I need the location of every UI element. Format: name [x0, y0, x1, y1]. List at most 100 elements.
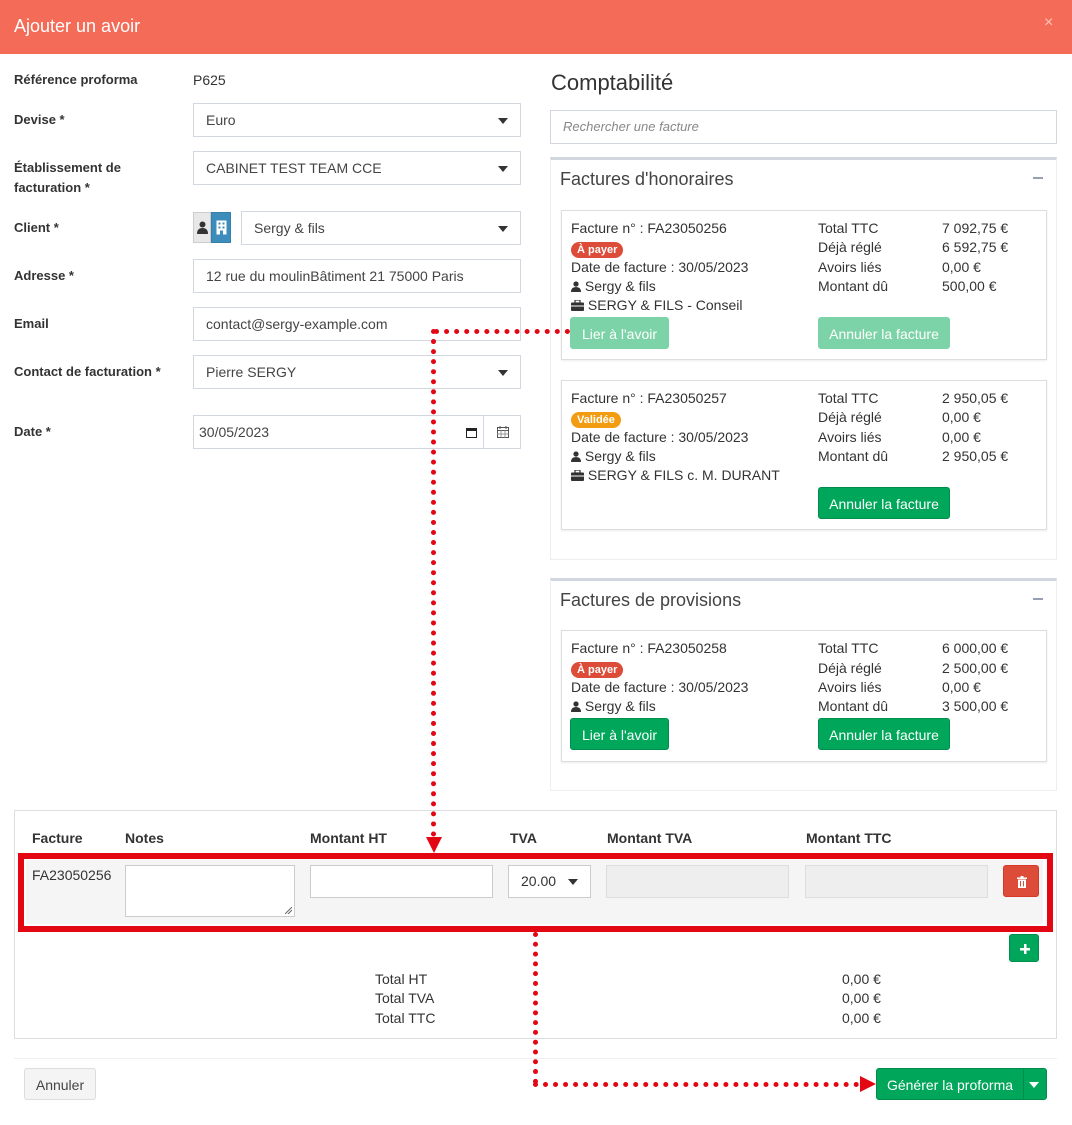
col-header-montant-ht: Montant HT [310, 830, 387, 846]
company-type-button[interactable] [211, 212, 231, 243]
invoice-number: Facture n° : FA23050257 [571, 390, 727, 406]
cancel-invoice-button[interactable]: Annuler la facture [818, 317, 950, 349]
generate-dropdown-toggle[interactable] [1023, 1068, 1047, 1100]
link-to-avoir-button[interactable]: Lier à l'avoir [570, 317, 669, 349]
annotation-line [431, 329, 436, 837]
avoirs-label: Avoirs liés [818, 259, 882, 275]
total-ttc-label: Total TTC [818, 390, 879, 406]
client-select[interactable]: Sergy & fils [241, 211, 521, 245]
plus-icon [1020, 944, 1030, 954]
client-value: Sergy & fils [254, 220, 325, 236]
date-label: Date * [14, 424, 51, 439]
total-ttc-value: 2 950,05 € [942, 390, 1009, 406]
status-badge: À payer [571, 662, 624, 678]
montant-du-value: 2 950,05 € [942, 448, 1009, 464]
montant-du-label: Montant dû [818, 448, 889, 464]
avoirs-value: 0,00 € [942, 259, 981, 275]
compta-title: Comptabilité [551, 70, 674, 95]
invoice-client-name: Sergy & fils [584, 698, 656, 714]
client-label: Client * [14, 220, 59, 235]
add-row-button[interactable] [1009, 934, 1039, 962]
total-ttc-value: 7 092,75 € [942, 220, 1009, 236]
user-icon [571, 281, 581, 292]
devise-label: Devise * [14, 112, 65, 127]
cancel-invoice-button[interactable]: Annuler la facture [818, 487, 950, 519]
etab-value: CABINET TEST TEAM CCE [206, 160, 382, 176]
close-icon[interactable]: × [1044, 14, 1053, 32]
link-to-avoir-button[interactable]: Lier à l'avoir [570, 718, 669, 750]
invoice-client: Sergy & fils [571, 698, 656, 714]
cancel-button[interactable]: Annuler [24, 1068, 96, 1100]
ref-value: P625 [193, 72, 226, 88]
user-icon [197, 221, 208, 234]
search-placeholder: Rechercher une facture [563, 119, 699, 134]
email-label: Email [14, 316, 49, 331]
building-icon [216, 220, 227, 235]
contact-select[interactable]: Pierre SERGY [193, 355, 521, 389]
invoice-client: Sergy & fils [571, 448, 656, 464]
person-type-button[interactable] [193, 212, 211, 243]
deja-regle-label: Déjà réglé [818, 409, 882, 425]
total-ttc-value: 0,00 € [842, 1010, 881, 1026]
adresse-field[interactable]: 12 rue du moulinBâtiment 21 75000 Paris [193, 259, 521, 293]
chevron-down-icon [498, 226, 508, 232]
total-tva-value: 0,00 € [842, 990, 881, 1006]
invoice-search-input[interactable]: Rechercher une facture [550, 110, 1057, 144]
collapse-icon[interactable] [1033, 177, 1043, 179]
invoice-mission: SERGY & FILS - Conseil [571, 297, 742, 313]
etab-select[interactable]: CABINET TEST TEAM CCE [193, 151, 521, 185]
avoirs-label: Avoirs liés [818, 679, 882, 695]
annotation-line [434, 329, 570, 334]
calendar-addon[interactable] [483, 415, 521, 449]
montant-du-value: 3 500,00 € [942, 698, 1009, 714]
status-badge: Validée [571, 412, 621, 428]
invoice-mission: SERGY & FILS c. M. DURANT [571, 467, 780, 483]
email-field[interactable]: contact@sergy-example.com [193, 307, 521, 341]
annotation-line [533, 1082, 859, 1087]
date-field[interactable]: 30/05/2023 [193, 415, 484, 449]
deja-regle-value: 2 500,00 € [942, 660, 1009, 676]
arrow-down-icon [426, 837, 442, 853]
col-header-montant-tva: Montant TVA [607, 830, 693, 846]
devise-select[interactable]: Euro [193, 103, 521, 137]
user-icon [571, 701, 581, 712]
montant-du-label: Montant dû [818, 278, 889, 294]
invoice-number: Facture n° : FA23050258 [571, 640, 727, 656]
deja-regle-value: 6 592,75 € [942, 239, 1009, 255]
avoirs-label: Avoirs liés [818, 429, 882, 445]
deja-regle-label: Déjà réglé [818, 239, 882, 255]
modal-header: Ajouter un avoir × [0, 0, 1072, 54]
contact-value: Pierre SERGY [206, 364, 297, 380]
highlight-box [18, 853, 1053, 932]
invoice-number: Facture n° : FA23050256 [571, 220, 727, 236]
chevron-down-icon [1029, 1082, 1039, 1088]
col-header-facture: Facture [32, 830, 83, 846]
total-ttc-label: Total TTC [818, 640, 879, 656]
chevron-down-icon [498, 118, 508, 124]
chevron-down-icon [498, 370, 508, 376]
arrow-right-icon [860, 1076, 876, 1092]
status-badge: À payer [571, 242, 624, 258]
collapse-icon[interactable] [1033, 598, 1043, 600]
date-value: 30/05/2023 [199, 424, 270, 440]
total-tva-label: Total TVA [375, 990, 435, 1006]
avoirs-value: 0,00 € [942, 679, 981, 695]
invoice-client: Sergy & fils [571, 278, 656, 294]
total-ht-value: 0,00 € [842, 971, 881, 987]
avoirs-value: 0,00 € [942, 429, 981, 445]
devise-value: Euro [206, 112, 236, 128]
cancel-invoice-button[interactable]: Annuler la facture [818, 718, 950, 750]
invoice-date: Date de facture : 30/05/2023 [571, 429, 749, 445]
honoraires-title: Factures d'honoraires [560, 169, 734, 189]
total-ttc-label: Total TTC [818, 220, 879, 236]
total-ht-label: Total HT [375, 971, 428, 987]
invoice-date: Date de facture : 30/05/2023 [571, 679, 749, 695]
ref-label: Référence proforma [14, 72, 138, 87]
contact-label: Contact de facturation * [14, 364, 161, 379]
col-header-notes: Notes [125, 830, 164, 846]
invoice-mission-name: SERGY & FILS c. M. DURANT [587, 467, 780, 483]
generate-proforma-button[interactable]: Générer la proforma [876, 1068, 1024, 1100]
deja-regle-value: 0,00 € [942, 409, 981, 425]
calendar-picker-icon[interactable] [466, 427, 477, 438]
chevron-down-icon [498, 166, 508, 172]
